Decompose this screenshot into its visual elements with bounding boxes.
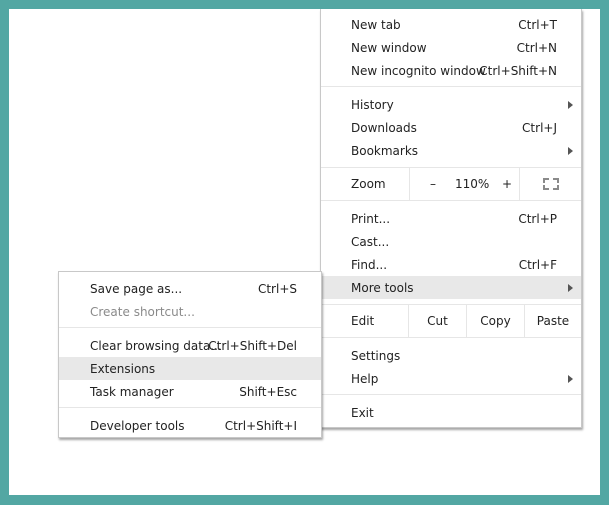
menu-item-shortcut: Shift+Esc [239,384,297,399]
fullscreen-icon [542,178,559,190]
menu-item-label: Print... [351,211,391,226]
menu-item-exit[interactable]: Exit [321,401,581,424]
edit-row: Edit Cut Copy Paste [321,304,581,338]
submenu-item-create-shortcut: Create shortcut... [59,300,321,323]
submenu-item-clear-browsing-data[interactable]: Clear browsing data... Ctrl+Shift+Del [59,334,321,357]
menu-item-new-window[interactable]: New window Ctrl+N [321,36,581,59]
copy-button[interactable]: Copy [466,305,524,337]
menu-item-shortcut: Ctrl+Shift+Del [208,338,297,353]
menu-item-label: Extensions [90,361,156,376]
submenu-arrow-icon [568,100,573,109]
menu-item-find[interactable]: Find... Ctrl+F [321,253,581,276]
submenu-item-developer-tools[interactable]: Developer tools Ctrl+Shift+I [59,414,321,437]
menu-item-shortcut: Ctrl+Shift+N [479,63,557,78]
menu-item-print[interactable]: Print... Ctrl+P [321,207,581,230]
menu-item-shortcut: Ctrl+N [516,40,557,55]
copy-label: Copy [480,314,511,328]
menu-item-label: Find... [351,257,388,272]
edit-label: Edit [351,314,375,328]
menu-item-history[interactable]: History [321,93,581,116]
submenu-item-save-page-as[interactable]: Save page as... Ctrl+S [59,277,321,300]
zoom-out-button[interactable]: – [430,177,436,191]
more-tools-submenu: Save page as... Ctrl+S Create shortcut..… [58,271,322,438]
menu-item-new-tab[interactable]: New tab Ctrl+T [321,13,581,36]
menu-item-label: Downloads [351,120,417,135]
submenu-arrow-icon [568,283,573,292]
menu-item-shortcut: Ctrl+S [257,281,297,296]
submenu-item-extensions[interactable]: Extensions [59,357,321,380]
submenu-arrow-icon [568,146,573,155]
zoom-level-value: 110% [455,177,490,191]
menu-item-label: History [351,97,394,112]
submenu-arrow-icon [568,374,573,383]
zoom-controls: – 110% + [409,168,520,200]
menu-item-more-tools[interactable]: More tools [321,276,581,299]
zoom-label: Zoom [351,177,386,191]
menu-item-label: New incognito window [351,63,486,78]
menu-item-label: Clear browsing data... [90,338,222,353]
menu-item-label: Help [351,371,379,386]
menu-item-shortcut: Ctrl+T [518,17,557,32]
menu-item-label: Exit [351,405,374,420]
menu-item-label: Save page as... [90,281,183,296]
menu-item-label: Cast... [351,234,390,249]
menu-separator [59,407,321,408]
menu-item-help[interactable]: Help [321,367,581,390]
menu-item-cast[interactable]: Cast... [321,230,581,253]
cut-button[interactable]: Cut [408,305,466,337]
paste-button[interactable]: Paste [524,305,581,337]
submenu-item-task-manager[interactable]: Task manager Shift+Esc [59,380,321,403]
menu-item-shortcut: Ctrl+Shift+I [224,418,297,433]
menu-item-label: Create shortcut... [90,304,195,319]
menu-item-label: Task manager [90,384,174,399]
menu-item-label: New window [351,40,427,55]
menu-item-shortcut: Ctrl+P [518,211,557,226]
menu-item-label: More tools [351,280,414,295]
menu-separator [59,327,321,328]
browser-main-menu: New tab Ctrl+T New window Ctrl+N New inc… [320,9,582,428]
menu-item-label: Settings [351,348,401,363]
zoom-in-button[interactable]: + [502,177,512,191]
menu-item-label: Bookmarks [351,143,419,158]
menu-item-downloads[interactable]: Downloads Ctrl+J [321,116,581,139]
menu-item-shortcut: Ctrl+F [518,257,557,272]
menu-item-new-incognito-window[interactable]: New incognito window Ctrl+Shift+N [321,59,581,82]
menu-item-label: Developer tools [90,418,185,433]
menu-separator [321,86,581,87]
menu-item-bookmarks[interactable]: Bookmarks [321,139,581,162]
menu-item-settings[interactable]: Settings [321,344,581,367]
menu-item-shortcut: Ctrl+J [522,120,557,135]
fullscreen-button[interactable] [519,168,581,200]
zoom-row: Zoom – 110% + [321,167,581,201]
paste-label: Paste [536,314,570,328]
menu-separator [321,394,581,395]
menu-item-label: New tab [351,17,401,32]
cut-label: Cut [427,314,448,328]
